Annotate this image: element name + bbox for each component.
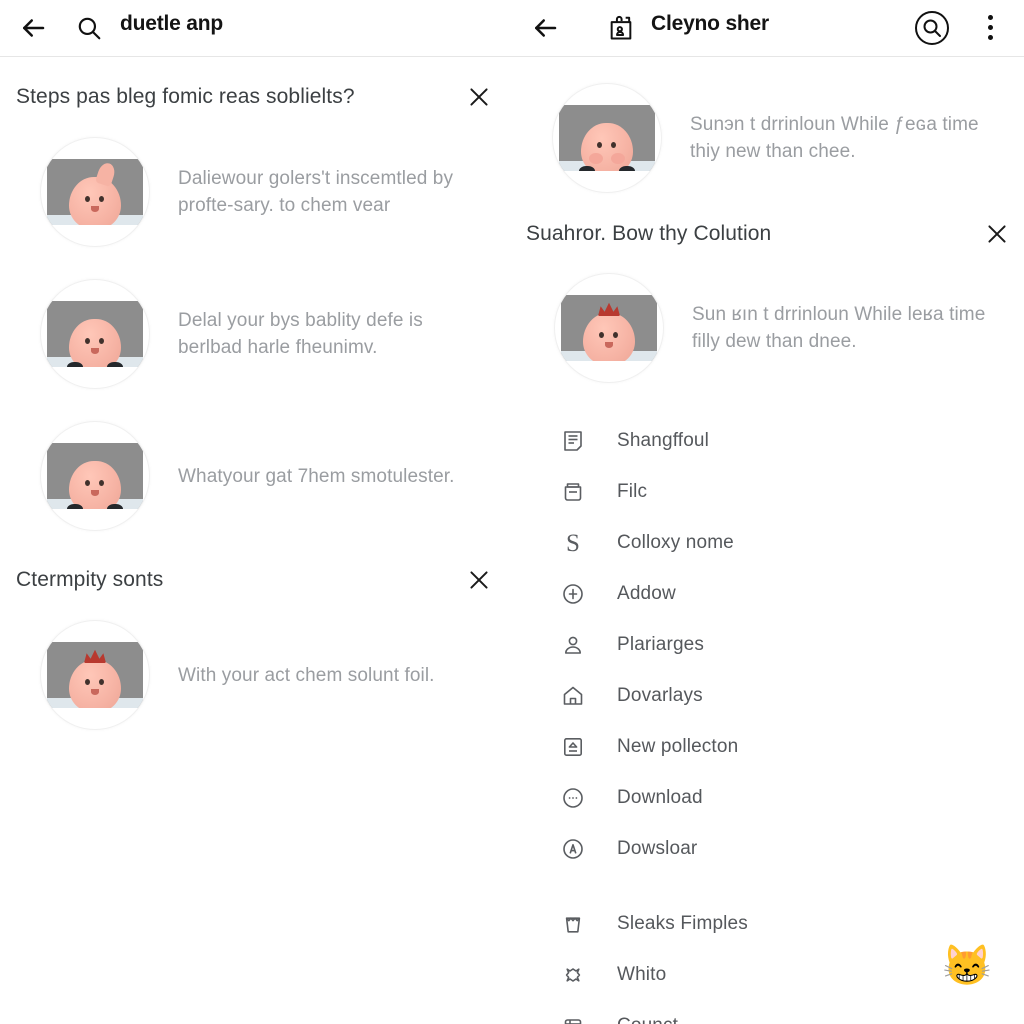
character-thumbnail <box>40 137 150 247</box>
blob-shape-icon <box>560 962 586 988</box>
character-thumbnail <box>40 421 150 531</box>
section-title: Steps pas bleg fomic reas soblielts? <box>16 85 355 108</box>
close-icon[interactable] <box>984 221 1010 247</box>
suggestion-row[interactable]: With your act chem solunt foil. <box>40 620 490 730</box>
shopping-bag-icon[interactable] <box>607 14 635 42</box>
kebab-dot <box>988 25 993 30</box>
suggestion-row[interactable]: Whatyour gat 7hem smotulester. <box>40 421 490 531</box>
suggestion-text: Sunэn t drrinloun While ƒeɢa time thiy n… <box>690 114 979 162</box>
menu-item-label: Download <box>617 787 703 808</box>
menu-item-label: Shangffoul <box>617 430 710 451</box>
dots-circle-icon <box>560 785 586 811</box>
menu-item-dowsloar[interactable]: Dowsloar <box>560 833 697 865</box>
close-icon[interactable] <box>466 84 492 110</box>
stack-icon <box>560 1013 586 1024</box>
menu-item-colloxy-nome[interactable]: S Colloxy nome <box>560 527 734 559</box>
suggestion-row[interactable]: Sunэn t drrinloun While ƒeɢa time thiy n… <box>552 83 1012 193</box>
character-blob <box>579 123 635 171</box>
back-arrow-icon[interactable] <box>18 13 48 43</box>
character-blob <box>583 302 635 361</box>
grinning-cat-emoji[interactable]: 😸 <box>942 946 992 986</box>
section-header-right: Suahror. Bow thy Colution <box>512 221 1024 247</box>
header-right-pane: Cleyno sher <box>512 0 1024 57</box>
character-thumbnail <box>40 279 150 389</box>
app-header: duetle anp Cleyno sher <box>0 0 1024 57</box>
thumbnail-image <box>47 301 143 367</box>
menu-item-addow[interactable]: Addow <box>560 578 676 610</box>
thumbnail-image <box>47 159 143 225</box>
person-icon <box>560 632 586 658</box>
section-title: Suahror. Bow thy Colution <box>526 222 772 245</box>
suggestion-row[interactable]: Delal your bys bablity defe is berlbad h… <box>40 279 480 389</box>
menu-item-filc[interactable]: Filc <box>560 476 647 508</box>
more-vertical-icon[interactable] <box>988 15 994 41</box>
menu-item-label: Filc <box>617 481 648 502</box>
menu-item-download[interactable]: Download <box>560 782 703 814</box>
section-title: Ctermpity sonts <box>16 568 164 591</box>
letter-s-icon: S <box>566 529 580 557</box>
home-icon <box>560 683 586 709</box>
character-blob <box>67 319 123 367</box>
menu-item-dovarlays[interactable]: Dovarlays <box>560 680 703 712</box>
menu-item-label: Whito <box>617 964 667 985</box>
thumbnail-image <box>47 642 143 708</box>
menu-item-label: Dovarlays <box>617 685 703 706</box>
section-header-2: Ctermpity sonts <box>0 567 512 593</box>
character-blob <box>69 161 121 225</box>
left-results-panel: Steps pas bleg fomic reas soblielts? Dal… <box>0 57 512 1024</box>
menu-item-label: Sleaks Fimples <box>617 913 748 934</box>
search-icon[interactable] <box>76 15 102 41</box>
character-thumbnail <box>554 273 664 383</box>
menu-item-counct[interactable]: Counct <box>560 1010 678 1024</box>
character-blob <box>69 649 121 708</box>
upload-box-icon <box>560 734 586 760</box>
right-detail-panel: Sunэn t drrinloun While ƒeɢa time thiy n… <box>512 57 1024 1024</box>
kebab-dot <box>988 15 993 20</box>
archive-box-icon <box>560 479 586 505</box>
character-thumbnail <box>40 620 150 730</box>
suggestion-text: Whatyour gat 7hem smotulester. <box>178 465 455 487</box>
menu-item-label: Dowsloar <box>617 838 698 859</box>
page-title: Cleyno sher <box>651 12 770 35</box>
document-icon <box>560 428 586 454</box>
close-icon[interactable] <box>466 567 492 593</box>
thumbnail-image <box>559 105 655 171</box>
suggestion-text: Sun ʁın t drrinloun While leʁa time fill… <box>692 304 986 352</box>
thumbnail-image <box>47 443 143 509</box>
header-left-pane: duetle anp <box>0 0 512 57</box>
back-arrow-icon[interactable] <box>530 13 560 43</box>
menu-item-label: New pollecton <box>617 736 739 757</box>
cup-icon <box>560 911 586 937</box>
search-circle-icon[interactable] <box>914 10 950 46</box>
menu-item-label: Colloxy nome <box>617 532 734 553</box>
section-header-1: Steps pas bleg fomic reas soblielts? <box>0 84 512 110</box>
menu-item-sleaks-fimples[interactable]: Sleaks Fimples <box>560 908 748 940</box>
plus-circle-icon <box>560 581 586 607</box>
suggestion-row[interactable]: Daliewour golers't inscemtled by profte-… <box>40 137 480 247</box>
menu-item-label: Counct <box>617 1015 678 1024</box>
character-blob <box>67 461 123 509</box>
menu-item-shangffoul[interactable]: Shangffoul <box>560 425 709 457</box>
menu-item-label: Plariarges <box>617 634 705 655</box>
suggestion-text: With your act chem solunt foil. <box>178 664 435 686</box>
suggestion-row[interactable]: Sun ʁın t drrinloun While leʁa time fill… <box>554 273 1014 383</box>
search-query-text[interactable]: duetle anp <box>120 12 223 36</box>
menu-item-plariarges[interactable]: Plariarges <box>560 629 704 661</box>
kebab-dot <box>988 35 993 40</box>
suggestion-text: Delal your bys bablity defe is berlbad h… <box>178 310 423 358</box>
letter-a-circle-icon <box>560 836 586 862</box>
thumbnail-image <box>561 295 657 361</box>
menu-item-new-pollecton[interactable]: New pollecton <box>560 731 738 763</box>
menu-item-label: Addow <box>617 583 676 604</box>
character-thumbnail <box>552 83 662 193</box>
suggestion-text: Daliewour golers't inscemtled by profte-… <box>178 168 454 216</box>
menu-item-whito[interactable]: Whito <box>560 959 666 991</box>
screen-root: duetle anp Cleyno sher Steps pas bleg fo… <box>0 0 1024 1024</box>
